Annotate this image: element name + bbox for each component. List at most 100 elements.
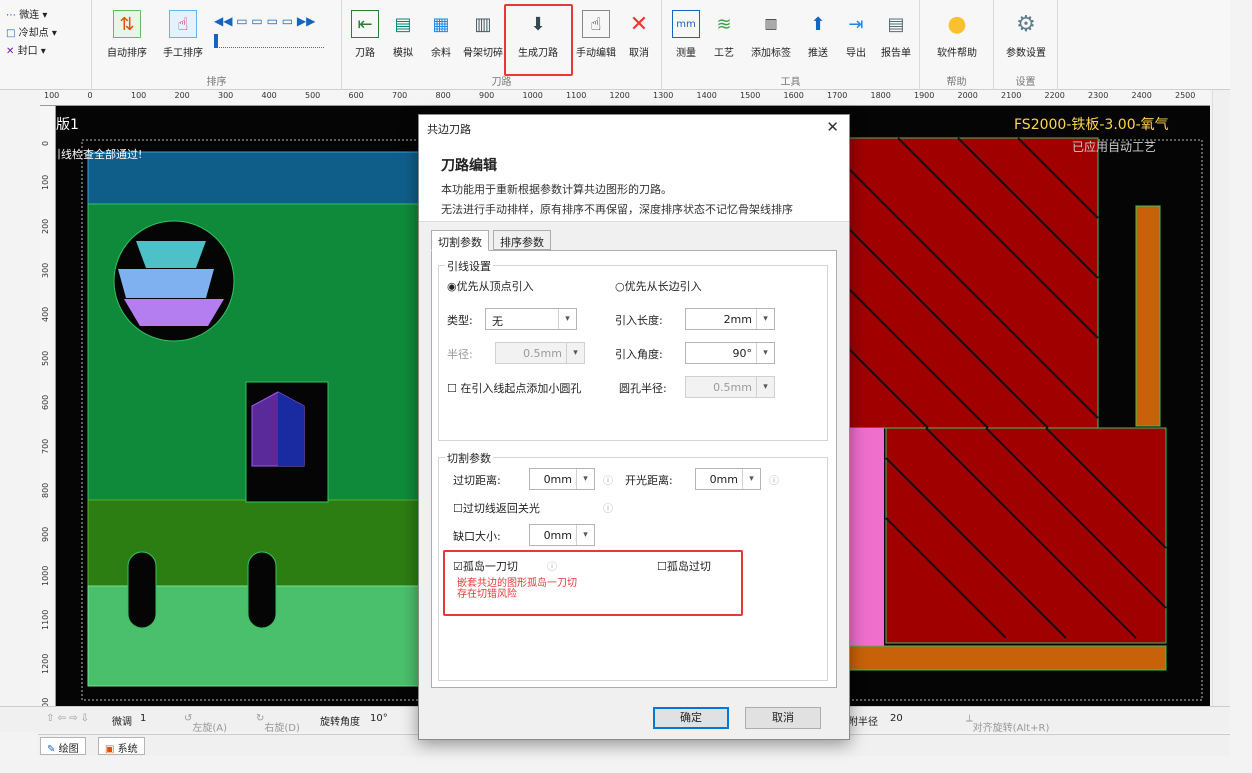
app-window: ⋯ 微连 ▾ □ 冷却点 ▾ ✕ 封口 ▾ ⇅ 自动排序 ☝ 手工排序 ◀◀ ▭… bbox=[0, 0, 1252, 773]
part-slot-right[interactable] bbox=[247, 551, 277, 629]
software-help-button[interactable]: ● 软件帮助 bbox=[928, 6, 986, 68]
ruler-left-tick: 0 bbox=[41, 140, 50, 146]
lead-settings-group: 引线设置 ◉优先从顶点引入 ○优先从长边引入 类型: 无 ▾ 引入长度: 2mm ▾… bbox=[438, 258, 828, 441]
parameter-settings-button[interactable]: ⚙ 参数设置 bbox=[1000, 6, 1052, 68]
lead-angle-input[interactable]: 90° ▾ bbox=[685, 342, 775, 364]
checkbox-unchecked-icon: ☐ bbox=[453, 502, 463, 515]
radio-long-edge-first[interactable]: ○优先从长边引入 bbox=[615, 278, 702, 294]
ruler-top-tick: 1800 bbox=[870, 91, 891, 100]
generate-toolpath-button[interactable]: ⬇ 生成刀路 bbox=[506, 6, 570, 68]
add-label-button[interactable]: ▥ 添加标签 bbox=[746, 6, 796, 68]
toolpath-button[interactable]: ⇤ 刀路 bbox=[346, 6, 384, 68]
dialog-description-2: 无法进行手动排样，原有排序不再保留，深度排序状态不记忆骨架线排序 bbox=[441, 203, 793, 216]
dialog-header: 刀路编辑 本功能用于重新根据参数计算共边图形的刀路。 无法进行手动排样，原有排序… bbox=[419, 141, 849, 221]
cancel-toolpath-button[interactable]: ✕ 取消 bbox=[620, 6, 658, 68]
lead-angle-label: 引入角度: bbox=[615, 348, 663, 361]
auto-sort-button[interactable]: ⇅ 自动排序 bbox=[100, 6, 154, 68]
add-hole-checkbox[interactable]: ☐ 在引入线起点添加小圆孔 bbox=[447, 380, 581, 396]
overcut-return-checkbox[interactable]: ☐过切线返回关光 bbox=[453, 500, 540, 516]
part-cyan-trapezoid[interactable] bbox=[136, 241, 206, 268]
tab-cut-params[interactable]: 切割参数 bbox=[431, 230, 489, 251]
rotate-angle-label: 旋转角度 bbox=[320, 717, 360, 728]
align-rotate-button[interactable]: ⟂ 对齐旋转(Alt+R) bbox=[966, 713, 1049, 734]
open-light-input[interactable]: 0mm ▾ bbox=[695, 468, 761, 490]
cut-params-group: 切割参数 过切距离: 0mm ▾ ⓘ 开光距离: 0mm ▾ ⓘ ☐过切线返回关光 … bbox=[438, 450, 828, 681]
ruler-top-tick: 800 bbox=[435, 91, 451, 100]
chevron-down-icon: ▾ bbox=[576, 469, 594, 489]
help-icon[interactable]: ⓘ bbox=[769, 472, 779, 487]
ruler-top-tick: 300 bbox=[218, 91, 234, 100]
remnant-button[interactable]: ▦ 余料 bbox=[422, 6, 460, 68]
barcode-icon: ▥ bbox=[764, 16, 778, 32]
lead-length-input[interactable]: 2mm ▾ bbox=[685, 308, 775, 330]
lead-check-message: 引线检查全部通过! bbox=[56, 148, 143, 161]
report-button[interactable]: ▤ 报告单 bbox=[876, 6, 916, 68]
part-orange-column[interactable] bbox=[1135, 205, 1161, 427]
part-pink-strip[interactable] bbox=[848, 428, 884, 646]
report-icon: ▤ bbox=[887, 13, 905, 35]
part-purple-trapezoid[interactable] bbox=[124, 299, 224, 326]
notch-input[interactable]: 0mm ▾ bbox=[529, 524, 595, 546]
radius-input: 0.5mm ▾ bbox=[495, 342, 585, 364]
process-button[interactable]: ≋ 工艺 bbox=[706, 6, 742, 68]
dialog-title: 共边刀路 bbox=[427, 123, 471, 136]
ruler-top-tick: 2000 bbox=[957, 91, 978, 100]
part-slot-left[interactable] bbox=[127, 551, 157, 629]
measure-button[interactable]: mm 测量 bbox=[668, 6, 704, 68]
simulate-button[interactable]: ▤ 模拟 bbox=[384, 6, 422, 68]
manual-sort-button[interactable]: ☝ 手工排序 bbox=[156, 6, 210, 68]
system-icon: ▣ bbox=[105, 744, 115, 755]
ruler-top-tick: 2300 bbox=[1088, 91, 1109, 100]
ruler-left-tick: 1000 bbox=[41, 565, 50, 586]
nudge-value[interactable]: 1 bbox=[140, 713, 146, 724]
part-red-grid-lower[interactable] bbox=[885, 427, 1167, 644]
rotate-left-button[interactable]: ↺ 左旋(A) bbox=[184, 713, 227, 734]
rotate-right-button[interactable]: ↻ 右旋(D) bbox=[256, 713, 300, 734]
measure-icon: mm bbox=[672, 10, 700, 38]
cooling-point-button[interactable]: □ 冷却点 ▾ bbox=[6, 24, 57, 39]
seal-icon: ✕ bbox=[6, 46, 15, 57]
sort-step-icons[interactable]: ◀◀ ▭ ▭ ▭ ▭ ▶▶ bbox=[214, 14, 315, 28]
ruler-left: 0 100 200 300 400 500 600 700 800 900 1000 1100 1200… bbox=[40, 106, 56, 718]
cancel-button[interactable]: 取消 bbox=[745, 707, 821, 729]
ruler-top-tick: 0 bbox=[87, 91, 93, 100]
skeleton-cut-button[interactable]: ▥ 骨架切碎 bbox=[460, 6, 506, 68]
snap-radius-value[interactable]: 20 bbox=[890, 713, 903, 724]
ok-button[interactable]: 确定 bbox=[653, 707, 729, 729]
vertical-scrollbar[interactable] bbox=[1212, 90, 1230, 706]
seal-button[interactable]: ✕ 封口 ▾ bbox=[6, 42, 46, 57]
nudge-arrows-icon[interactable]: ⇧ ⇦ ⇨ ⇩ bbox=[46, 713, 89, 724]
rotate-angle-value[interactable]: 10° bbox=[370, 713, 388, 724]
push-button[interactable]: ⬆ 推送 bbox=[800, 6, 836, 68]
ruler-left-tick: 100 bbox=[41, 174, 50, 190]
hole-radius-label: 圆孔半径: bbox=[619, 382, 667, 395]
ruler-top: 100 0 100 200 300 400 500 600 700 800 900 1000 1100 1… bbox=[40, 90, 1210, 106]
chevron-down-icon: ▾ bbox=[756, 309, 774, 329]
ruler-left-tick: 1200 bbox=[41, 653, 50, 674]
help-icon[interactable]: ⓘ bbox=[603, 472, 613, 487]
ribbon-group-sort: ⇅ 自动排序 ☝ 手工排序 ◀◀ ▭ ▭ ▭ ▭ ▶▶ 排序 bbox=[92, 0, 342, 90]
micro-joint-button[interactable]: ⋯ 微连 ▾ bbox=[6, 6, 47, 21]
sort-slider[interactable] bbox=[214, 34, 324, 48]
type-select[interactable]: 无 ▾ bbox=[485, 308, 577, 330]
overcut-input[interactable]: 0mm ▾ bbox=[529, 468, 595, 490]
radio-vertex-first[interactable]: ◉优先从顶点引入 bbox=[447, 278, 534, 294]
manual-edit-button[interactable]: ☝ 手动编辑 bbox=[572, 6, 620, 68]
tab-sort-params[interactable]: 排序参数 bbox=[493, 230, 551, 250]
chevron-down-icon: ▾ bbox=[566, 343, 584, 363]
help-icon[interactable]: ⓘ bbox=[603, 500, 613, 515]
export-icon: ⇥ bbox=[848, 13, 864, 35]
radius-label: 半径: bbox=[447, 348, 473, 361]
export-button[interactable]: ⇥ 导出 bbox=[838, 6, 874, 68]
drawing-icon: ✎ bbox=[47, 744, 56, 755]
micro-joint-icon: ⋯ bbox=[6, 10, 16, 21]
ruler-left-tick: 600 bbox=[41, 394, 50, 410]
tab-drawing[interactable]: ✎ 绘图 bbox=[40, 737, 86, 755]
close-icon[interactable]: ✕ bbox=[826, 118, 839, 136]
tab-system[interactable]: ▣ 系统 bbox=[98, 737, 145, 755]
island-options-highlight bbox=[443, 550, 743, 616]
ruler-top-tick: 1000 bbox=[522, 91, 543, 100]
part-orange-row[interactable] bbox=[847, 645, 1167, 671]
manual-edit-icon: ☝ bbox=[582, 10, 610, 38]
part-blue-trapezoid[interactable] bbox=[118, 269, 214, 298]
